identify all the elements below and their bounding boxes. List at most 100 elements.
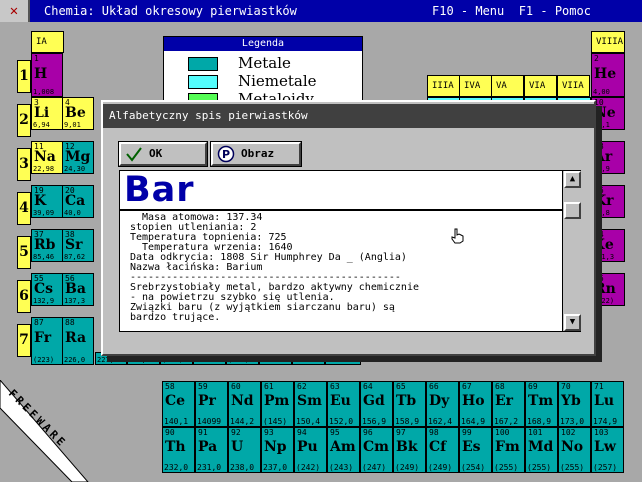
element-es[interactable]: 99 Es (254) (459, 427, 492, 473)
element-symbol: Pa (198, 439, 218, 455)
legend-title: Legenda (164, 37, 362, 51)
element-pa[interactable]: 91 Pa 231,0 (195, 427, 228, 473)
atomic-mass: 158,9 (395, 417, 420, 426)
atomic-mass: 24,30 (64, 165, 86, 173)
element-he[interactable]: 2 He 4,00 (591, 53, 625, 97)
element-ba[interactable]: 56 Ba 137,3 (62, 273, 94, 306)
element-k[interactable]: 19 K 39,09 (31, 185, 63, 218)
scroll-thumb[interactable] (564, 202, 581, 219)
divider (120, 209, 562, 211)
element-kr[interactable]: 36 Kr 83,8 (591, 185, 625, 218)
element-th[interactable]: 90 Th 232,0 (162, 427, 195, 473)
element-pu[interactable]: 94 Pu (242) (294, 427, 327, 473)
element-pr[interactable]: 59 Pr 14099 (195, 381, 228, 427)
element-symbol: Eu (330, 393, 351, 409)
element-rn[interactable]: 86 Rn (222) (591, 273, 625, 306)
element-fr[interactable]: 87 Fr (223) (31, 317, 63, 365)
element-gd[interactable]: 64 Gd 156,9 (360, 381, 393, 427)
hand-cursor-icon (451, 228, 464, 244)
atomic-number: 95 (330, 428, 340, 437)
element-nd[interactable]: 60 Nd 144,2 (228, 381, 261, 427)
element-er[interactable]: 68 Er 167,2 (492, 381, 525, 427)
atomic-number: 61 (264, 382, 274, 391)
element-dy[interactable]: 66 Dy 162,4 (426, 381, 459, 427)
element-dialog: Alfabetyczny spis pierwiastków OK P Obra… (101, 100, 596, 356)
element-ca[interactable]: 20 Ca 40,0 (62, 185, 94, 218)
element-symbol: Mg (65, 149, 91, 165)
element-ra[interactable]: 88 Ra 226,0 (62, 317, 94, 365)
app-title: Chemia: Układ okresowy pierwiastków (44, 4, 297, 18)
element-h[interactable]: 1 H 1,008 (31, 53, 63, 97)
ok-label: OK (149, 147, 163, 160)
element-tb[interactable]: 65 Tb 158,9 (393, 381, 426, 427)
element-bk[interactable]: 97 Bk (249) (393, 427, 426, 473)
element-symbol: Ce (165, 393, 186, 409)
atomic-mass: 140,1 (164, 417, 189, 426)
atomic-number: 60 (231, 382, 241, 391)
element-ar[interactable]: 18 Ar 39,9 (591, 141, 625, 174)
element-cf[interactable]: 98 Cf (249) (426, 427, 459, 473)
atomic-number: 67 (462, 382, 472, 391)
atomic-mass: 261,1 (129, 356, 151, 364)
element-sr[interactable]: 38 Sr 87,62 (62, 229, 94, 262)
element-symbol: No (561, 439, 584, 455)
atomic-number: 1 (34, 54, 39, 63)
atomic-number: 65 (396, 382, 406, 391)
element-symbol: Rn (594, 281, 616, 297)
element-symbol: Pu (297, 439, 318, 455)
atomic-mass: 85,46 (33, 253, 55, 261)
element-lw[interactable]: 103 Lw (257) (591, 427, 624, 473)
element-symbol: Nd (231, 393, 254, 409)
close-icon[interactable]: ✕ (0, 0, 30, 22)
element-eu[interactable]: 63 Eu 152,0 (327, 381, 360, 427)
period-2: 2 (17, 104, 31, 137)
menu-hint[interactable]: F10 - Menu F1 - Pomoc (432, 4, 591, 18)
scrollbar[interactable]: ▲ ▼ (562, 171, 581, 331)
element-symbol: Fr (34, 330, 52, 346)
ok-button[interactable]: OK (118, 141, 208, 167)
element-yb[interactable]: 70 Yb 173,0 (558, 381, 591, 427)
element-symbol: Gd (363, 393, 385, 409)
element-rb[interactable]: 37 Rb 85,46 (31, 229, 63, 262)
atomic-mass: 137,3 (64, 297, 86, 305)
element-be[interactable]: 4 Be 9,01 (62, 97, 94, 130)
element-cs[interactable]: 55 Cs 132,9 (31, 273, 63, 306)
element-li[interactable]: 3 Li 6,94 (31, 97, 63, 130)
element-fm[interactable]: 100 Fm (255) (492, 427, 525, 473)
element-am[interactable]: 95 Am (243) (327, 427, 360, 473)
element-symbol: Ra (65, 330, 87, 346)
element-ce[interactable]: 58 Ce 140,1 (162, 381, 195, 427)
image-button[interactable]: P Obraz (210, 141, 302, 167)
element-symbol: Rb (34, 237, 56, 253)
atomic-mass: 231,0 (197, 463, 222, 472)
detail-line: bardzo trujące. (130, 312, 221, 323)
atomic-number: 68 (495, 382, 505, 391)
element-cm[interactable]: 96 Cm (247) (360, 427, 393, 473)
element-symbol: Xe (594, 237, 614, 253)
element-sm[interactable]: 62 Sm 150,4 (294, 381, 327, 427)
scroll-up-icon[interactable]: ▲ (564, 171, 581, 188)
element-ne[interactable]: 10 Ne 20,1 (591, 97, 625, 130)
element-na[interactable]: 11 Na 22,98 (31, 141, 63, 174)
element-pm[interactable]: 61 Pm (145) (261, 381, 294, 427)
atomic-mass: (249) (428, 463, 453, 472)
element-np[interactable]: 93 Np 237,0 (261, 427, 294, 473)
element-tm[interactable]: 69 Tm 168,9 (525, 381, 558, 427)
element-no[interactable]: 102 No (255) (558, 427, 591, 473)
atomic-mass: 237,0 (263, 463, 288, 472)
element-symbol: Dy (429, 393, 450, 409)
element-symbol: Ho (462, 393, 485, 409)
element-symbol: Bk (396, 439, 418, 455)
element-mg[interactable]: 12 Mg 24,30 (62, 141, 94, 174)
element-md[interactable]: 101 Md (255) (525, 427, 558, 473)
atomic-number: 62 (297, 382, 307, 391)
atomic-mass: 164,9 (461, 417, 486, 426)
element-ho[interactable]: 67 Ho 164,9 (459, 381, 492, 427)
scroll-down-icon[interactable]: ▼ (564, 314, 581, 331)
check-icon (126, 147, 142, 162)
element-symbol: Li (34, 105, 50, 121)
atomic-number: 97 (396, 428, 406, 437)
element-u[interactable]: 92 U 238,0 (228, 427, 261, 473)
element-lu[interactable]: 71 Lu 174,9 (591, 381, 624, 427)
element-xe[interactable]: 54 Xe 131,3 (591, 229, 625, 262)
